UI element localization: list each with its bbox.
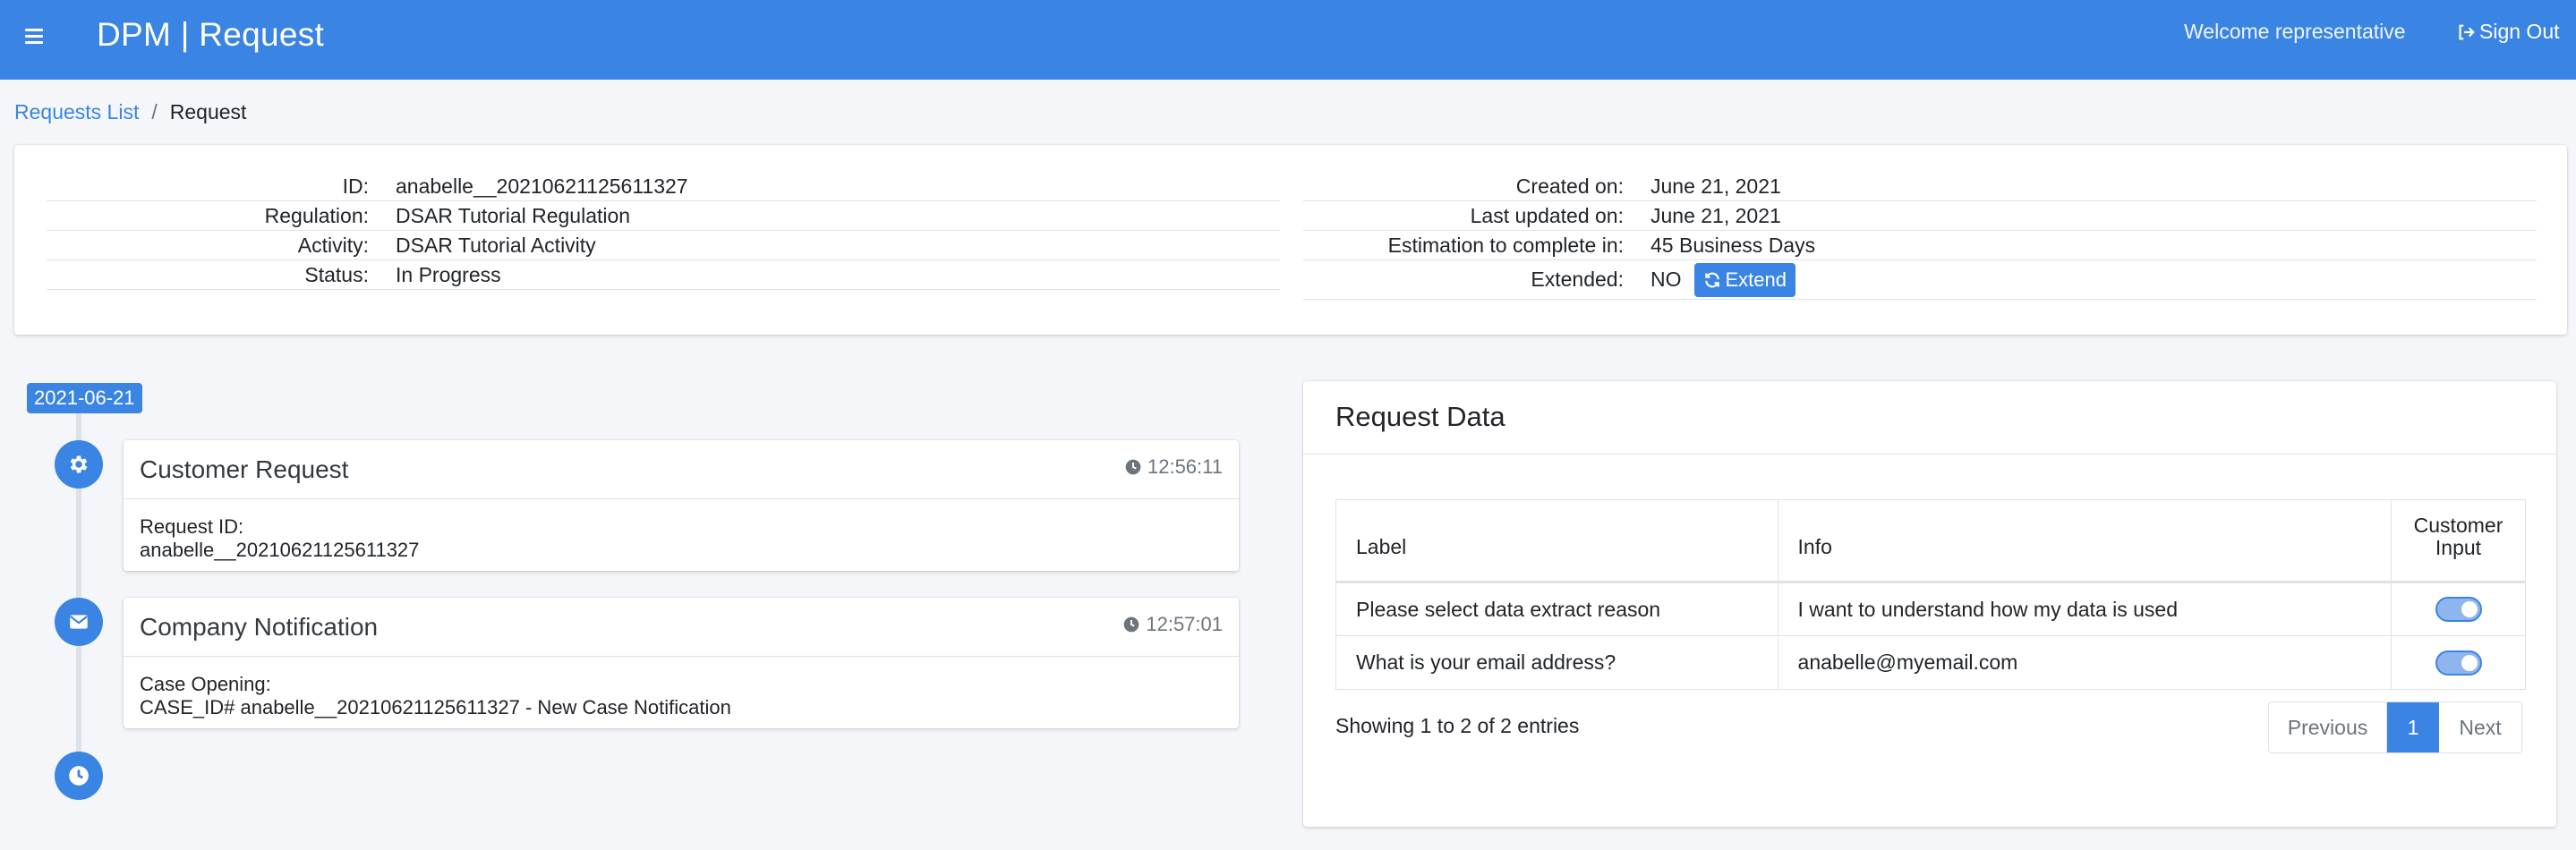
- timeline-body-line: anabelle__20210621125611327: [140, 539, 420, 561]
- app-title: DPM | Request: [97, 16, 325, 53]
- info-row-created: Created on: June 21, 2021: [1303, 172, 2537, 201]
- timeline-body-line: CASE_ID# anabelle__20210621125611327 - N…: [140, 696, 731, 718]
- cell-label: What is your email address?: [1335, 635, 1778, 690]
- request-data-card: Request Data Label Info Customer Input P…: [1303, 381, 2556, 827]
- timeline-item-header: Customer Request 12:56:11: [124, 440, 1239, 499]
- timeline-item-title: Customer Request: [140, 455, 349, 483]
- info-label: Estimation to complete in:: [1387, 233, 1624, 257]
- column-header-customer-input[interactable]: Customer Input: [2391, 499, 2526, 583]
- info-row-id: ID: anabelle__20210621125611327: [47, 172, 1280, 201]
- sign-out-link[interactable]: Sign Out: [2456, 20, 2560, 44]
- column-header-info[interactable]: Info: [1777, 499, 2393, 583]
- breadcrumb-current: Request: [169, 100, 247, 123]
- top-navbar: DPM | Request Welcome representative Sig…: [0, 0, 2576, 80]
- timeline-item-body: Case Opening: CASE_ID# anabelle__2021062…: [124, 657, 1239, 735]
- timeline-time-text: 12:57:01: [1146, 613, 1223, 635]
- welcome-text: Welcome representative: [2184, 20, 2406, 43]
- pagination-next[interactable]: Next: [2439, 702, 2521, 752]
- timeline-item-time: 12:56:11: [1124, 455, 1223, 479]
- pagination-previous[interactable]: Previous: [2269, 702, 2387, 752]
- cell-info: anabelle@myemail.com: [1777, 635, 2393, 690]
- info-row-estimation: Estimation to complete in: 45 Business D…: [1303, 231, 2537, 260]
- info-label: Activity:: [297, 233, 369, 257]
- customer-input-toggle[interactable]: [2435, 597, 2482, 623]
- info-row-extended: Extended: NO Extend: [1303, 260, 2537, 300]
- timeline-item-customer-request: Customer Request 12:56:11 Request ID: an…: [124, 440, 1239, 571]
- clock-icon: [1125, 459, 1141, 475]
- info-row-updated: Last updated on: June 21, 2021: [1303, 201, 2537, 231]
- extended-value: NO: [1651, 268, 1682, 291]
- timeline-time-text: 12:56:11: [1147, 455, 1223, 478]
- envelope-icon: [55, 598, 103, 646]
- timeline-item-title: Company Notification: [140, 613, 379, 641]
- cell-info: I want to understand how my data is used: [1777, 582, 2393, 636]
- info-value: June 21, 2021: [1651, 203, 1781, 227]
- timeline-body-line: Request ID:: [140, 515, 244, 538]
- info-value: DSAR Tutorial Activity: [396, 233, 596, 257]
- clock-icon: [1124, 616, 1139, 633]
- info-row-activity: Activity: DSAR Tutorial Activity: [47, 231, 1280, 260]
- breadcrumb: Requests List / Request: [14, 100, 246, 124]
- info-value: DSAR Tutorial Regulation: [396, 203, 631, 227]
- request-data-header: Request Data: [1303, 381, 2556, 455]
- table-info-text: Showing 1 to 2 of 2 entries: [1335, 714, 1580, 737]
- extend-button[interactable]: Extend: [1693, 262, 1796, 297]
- info-label: Last updated on:: [1470, 203, 1624, 227]
- pagination-page-1[interactable]: 1: [2387, 702, 2439, 752]
- gear-icon: [55, 440, 103, 489]
- info-label: Extended:: [1531, 268, 1624, 291]
- table-row: What is your email address? anabelle@mye…: [1335, 635, 2526, 690]
- info-label: ID:: [342, 174, 369, 198]
- customer-input-toggle[interactable]: [2435, 650, 2482, 676]
- sign-out-icon: [2459, 24, 2475, 39]
- timeline-date-badge: 2021-06-21: [27, 383, 142, 413]
- info-value: NO Extend: [1642, 262, 1796, 297]
- refresh-icon: [1704, 272, 1719, 287]
- hamburger-menu-icon[interactable]: [25, 25, 50, 50]
- breadcrumb-separator: /: [151, 100, 158, 123]
- cell-customer-input: [2391, 582, 2526, 636]
- request-info-left: ID: anabelle__20210621125611327 Regulati…: [47, 172, 1280, 290]
- request-data-table: Label Info Customer Input Please select …: [1335, 499, 2526, 690]
- cell-customer-input: [2391, 635, 2526, 690]
- info-value: 45 Business Days: [1651, 233, 1816, 257]
- extend-label: Extend: [1725, 268, 1787, 291]
- cell-label: Please select data extract reason: [1335, 582, 1778, 636]
- timeline-item-company-notification: Company Notification 12:57:01 Case Openi…: [124, 598, 1239, 728]
- timeline-item-body: Request ID: anabelle__20210621125611327: [124, 499, 1239, 578]
- table-row: Please select data extract reason I want…: [1335, 582, 2526, 636]
- info-row-status: Status: In Progress: [47, 260, 1280, 290]
- pagination: Previous 1 Next: [2268, 701, 2522, 753]
- info-label: Created on:: [1515, 174, 1624, 198]
- request-info-card: ID: anabelle__20210621125611327 Regulati…: [14, 145, 2567, 335]
- breadcrumb-requests-list[interactable]: Requests List: [14, 100, 139, 124]
- column-header-label[interactable]: Label: [1335, 499, 1778, 583]
- table-header-row: Label Info Customer Input: [1335, 499, 2526, 583]
- timeline-item-time: 12:57:01: [1122, 613, 1223, 636]
- sign-out-label: Sign Out: [2479, 20, 2560, 43]
- request-info-right: Created on: June 21, 2021 Last updated o…: [1303, 172, 2537, 300]
- info-value: anabelle__20210621125611327: [396, 174, 688, 198]
- request-data-title: Request Data: [1335, 401, 1506, 432]
- timeline-item-header: Company Notification 12:57:01: [124, 598, 1239, 657]
- info-label: Regulation:: [264, 203, 369, 227]
- info-label: Status:: [304, 262, 369, 286]
- clock-icon: [55, 752, 103, 800]
- info-row-regulation: Regulation: DSAR Tutorial Regulation: [47, 201, 1280, 231]
- info-value: In Progress: [396, 262, 501, 286]
- timeline-body-line: Case Opening:: [140, 673, 271, 695]
- info-value: June 21, 2021: [1651, 174, 1781, 198]
